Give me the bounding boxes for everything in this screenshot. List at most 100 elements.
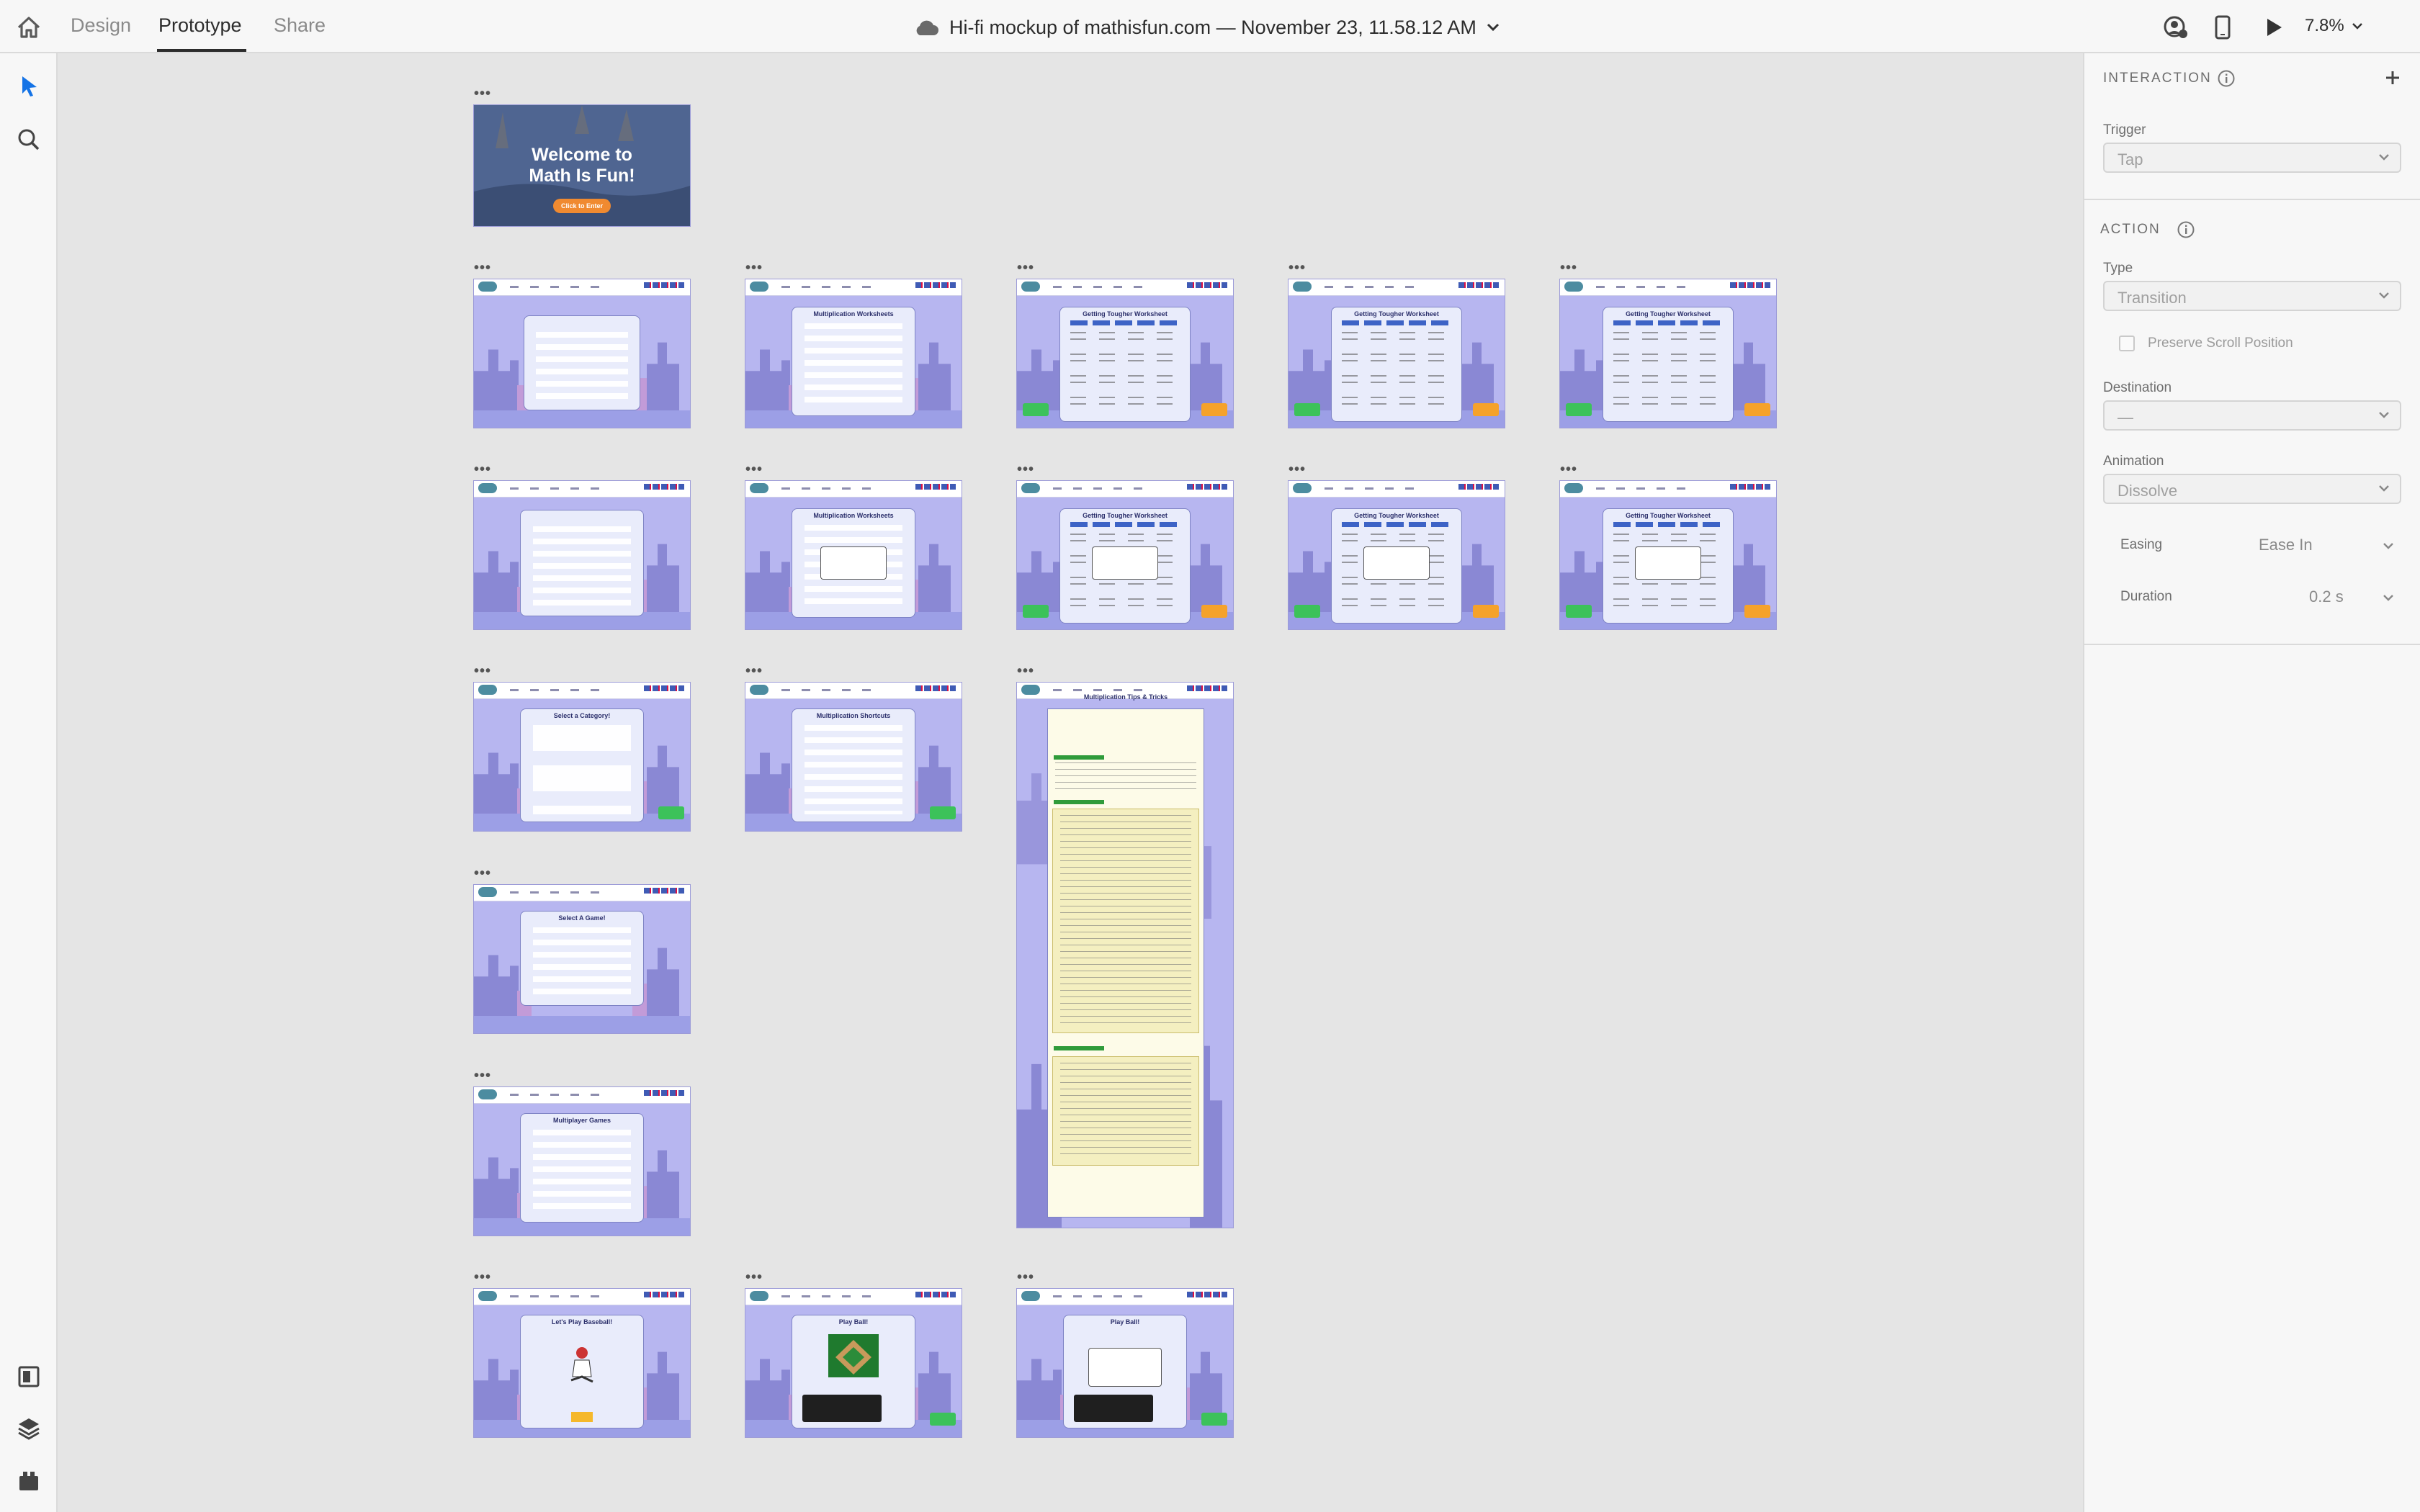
- search-icon[interactable]: [14, 125, 43, 154]
- phone-icon[interactable]: [2213, 13, 2233, 42]
- modal-dialog[interactable]: [820, 546, 887, 580]
- artboard-frame: Welcome to Math Is Fun! Click to Enter: [474, 105, 690, 226]
- artboard-frame: Getting Tougher Worksheet: [1289, 279, 1505, 428]
- artboard-handle[interactable]: •••: [1017, 1270, 1034, 1284]
- artboard-handle[interactable]: •••: [1289, 261, 1306, 275]
- orange-button[interactable]: [1744, 403, 1770, 416]
- tab-prototype[interactable]: Prototype: [158, 14, 242, 37]
- artboard-tougher-modal-1[interactable]: ••• Getting Tougher Worksheet: [1017, 462, 1233, 629]
- artboard-worksheets-modal[interactable]: ••• Multiplication Worksheets: [745, 462, 962, 629]
- green-button[interactable]: [1294, 605, 1320, 618]
- layers-icon[interactable]: [14, 1414, 43, 1443]
- artboard-handle[interactable]: •••: [1560, 261, 1577, 275]
- preserve-scroll-checkbox[interactable]: [2119, 336, 2135, 351]
- tab-design[interactable]: Design: [71, 14, 131, 37]
- artboard-handle[interactable]: •••: [1017, 261, 1034, 275]
- green-button[interactable]: [930, 806, 956, 819]
- artboard-baseball[interactable]: ••• Let's Play Baseball!: [474, 1270, 690, 1437]
- artboard-tougher-worksheet-2[interactable]: ••• Getting Tougher Worksheet: [1289, 261, 1505, 428]
- artboard-handle[interactable]: •••: [474, 86, 491, 101]
- green-button[interactable]: [930, 1413, 956, 1426]
- artboard-tougher-modal-3[interactable]: ••• Getting Tougher Worksheet: [1560, 462, 1776, 629]
- chevron-down-icon[interactable]: [1487, 23, 1500, 32]
- scoreboard: [802, 1395, 882, 1422]
- artboard-handle[interactable]: •••: [745, 261, 763, 275]
- easing-dropdown[interactable]: Ease In: [2259, 533, 2398, 559]
- animation-dropdown[interactable]: Dissolve: [2103, 474, 2401, 504]
- tab-share[interactable]: Share: [274, 14, 326, 37]
- orange-button[interactable]: [1473, 605, 1499, 618]
- orange-button[interactable]: [1201, 403, 1227, 416]
- artboard-tougher-worksheet-3[interactable]: ••• Getting Tougher Worksheet: [1560, 261, 1776, 428]
- artboard-tougher-modal-2[interactable]: ••• Getting Tougher Worksheet: [1289, 462, 1505, 629]
- worksheet-panel: Getting Tougher Worksheet: [1331, 307, 1462, 422]
- baseball-panel: Let's Play Baseball!: [520, 1315, 644, 1428]
- play-icon[interactable]: [2262, 13, 2286, 42]
- tips-content: Multiplication Tips & Tricks: [1047, 693, 1204, 1218]
- artboard-handle[interactable]: •••: [745, 1270, 763, 1284]
- destination-dropdown[interactable]: —: [2103, 400, 2401, 431]
- artboard-handle[interactable]: •••: [474, 261, 491, 275]
- modal-dialog[interactable]: [1088, 1348, 1162, 1387]
- trigger-value: Tap: [2118, 150, 2143, 168]
- green-button[interactable]: [1023, 605, 1049, 618]
- artboard-multiplication-worksheets[interactable]: ••• Multiplication Worksheets: [745, 261, 962, 428]
- artboard-handle[interactable]: •••: [474, 462, 491, 477]
- green-button[interactable]: [1566, 605, 1592, 618]
- game-panel: Select A Game!: [520, 911, 644, 1006]
- enter-button[interactable]: Click to Enter: [553, 199, 611, 213]
- artboard-multiplayer-games[interactable]: ••• Multiplayer Games: [474, 1068, 690, 1236]
- worksheet-panel: Getting Tougher Worksheet: [1603, 307, 1734, 422]
- info-icon[interactable]: [2177, 220, 2195, 243]
- artboard-handle[interactable]: •••: [1017, 462, 1034, 477]
- panel-title: Multiplication Worksheets: [813, 310, 894, 318]
- artboard-select-game[interactable]: ••• Select A Game!: [474, 866, 690, 1033]
- artboard-handle[interactable]: •••: [745, 462, 763, 477]
- category-panel: Select a Category!: [520, 708, 644, 822]
- artboard-handle[interactable]: •••: [474, 664, 491, 678]
- play-button[interactable]: [571, 1412, 593, 1422]
- artboard-handle[interactable]: •••: [474, 1270, 491, 1284]
- artboard-mult-shortcuts[interactable]: ••• Multiplication Shortcuts: [745, 664, 962, 831]
- artboard-play-ball-2[interactable]: ••• Play Ball!: [1017, 1270, 1233, 1437]
- artboard-play-ball-1[interactable]: ••• Play Ball!: [745, 1270, 962, 1437]
- green-button[interactable]: [1294, 403, 1320, 416]
- artboard-handle[interactable]: •••: [1017, 664, 1034, 678]
- green-button[interactable]: [1201, 1413, 1227, 1426]
- user-share-icon[interactable]: [2162, 13, 2188, 42]
- green-button[interactable]: [1023, 403, 1049, 416]
- artboard-tougher-worksheet-1[interactable]: ••• Getting Tougher Worksheet: [1017, 261, 1233, 428]
- orange-button[interactable]: [1744, 605, 1770, 618]
- artboard-select-category[interactable]: ••• Select a Category!: [474, 664, 690, 831]
- panel-title: Getting Tougher Worksheet: [1354, 310, 1439, 318]
- artboard-topic-list[interactable]: •••: [474, 462, 690, 629]
- info-icon[interactable]: [2217, 69, 2236, 91]
- modal-dialog[interactable]: [1363, 546, 1430, 580]
- green-button[interactable]: [1566, 403, 1592, 416]
- artboard-tips-tricks[interactable]: ••• Multiplication Tips & Tricks: [1017, 664, 1233, 1228]
- artboard-handle[interactable]: •••: [1289, 462, 1306, 477]
- orange-button[interactable]: [1201, 605, 1227, 618]
- document-title[interactable]: Hi-fi mockup of mathisfun.com — November…: [913, 13, 1500, 42]
- duration-dropdown[interactable]: 0.2 s: [2309, 585, 2398, 611]
- artboard-handle[interactable]: •••: [474, 1068, 491, 1083]
- modal-dialog[interactable]: [1635, 546, 1701, 580]
- panel-title: Getting Tougher Worksheet: [1354, 512, 1439, 519]
- canvas[interactable]: ••• Welcome to Math Is Fun! Click to Ent…: [58, 53, 2083, 1512]
- modal-dialog[interactable]: [1092, 546, 1158, 580]
- zoom-control[interactable]: 7.8%: [2305, 16, 2363, 36]
- artboard-handle[interactable]: •••: [1560, 462, 1577, 477]
- select-arrow-icon[interactable]: [14, 72, 43, 101]
- green-button[interactable]: [658, 806, 684, 819]
- artboard-handle[interactable]: •••: [745, 664, 763, 678]
- trigger-dropdown[interactable]: Tap: [2103, 143, 2401, 173]
- artboard-welcome[interactable]: ••• Welcome to Math Is Fun! Click to Ent…: [474, 86, 690, 226]
- type-dropdown[interactable]: Transition: [2103, 281, 2401, 311]
- add-interaction-icon[interactable]: [2383, 68, 2403, 91]
- artboard-category-icons[interactable]: •••: [474, 261, 690, 428]
- plugins-icon[interactable]: [14, 1466, 43, 1495]
- artboard-handle[interactable]: •••: [474, 866, 491, 881]
- home-icon[interactable]: [14, 13, 43, 42]
- orange-button[interactable]: [1473, 403, 1499, 416]
- assets-icon[interactable]: [14, 1362, 43, 1391]
